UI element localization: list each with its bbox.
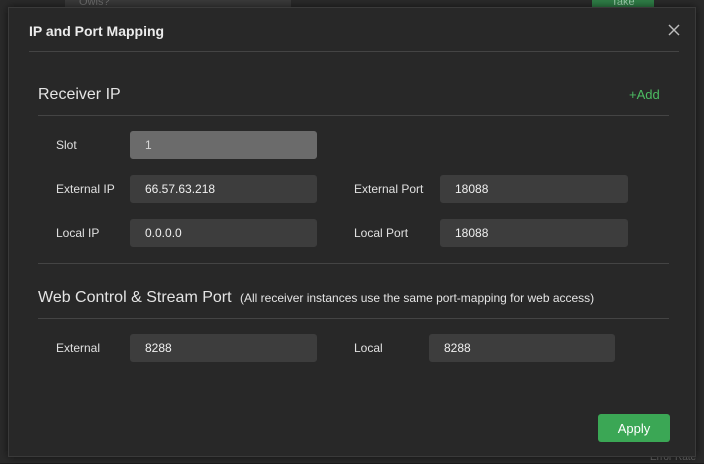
dialog-title: IP and Port Mapping — [29, 23, 165, 39]
local-ip-label: Local IP — [56, 226, 100, 240]
close-icon[interactable] — [666, 22, 682, 38]
external-port-label: External Port — [354, 182, 424, 196]
web-control-divider — [38, 318, 669, 319]
web-control-note: (All receiver instances use the same por… — [240, 291, 595, 305]
external-ip-input[interactable] — [130, 175, 317, 203]
ip-port-mapping-dialog: IP and Port Mapping Receiver IP +Add Slo… — [8, 7, 696, 457]
web-external-port-input[interactable] — [130, 334, 317, 362]
receiver-ip-title: Receiver IP — [38, 86, 121, 103]
title-divider — [29, 51, 679, 52]
add-receiver-link[interactable]: +Add — [629, 87, 660, 102]
web-control-title: Web Control & Stream Port (All receiver … — [38, 289, 594, 307]
web-control-top-divider — [38, 263, 669, 264]
local-ip-input[interactable] — [130, 219, 317, 247]
web-local-port-input[interactable] — [429, 334, 615, 362]
web-local-label: Local — [354, 341, 383, 355]
web-external-label: External — [56, 341, 101, 355]
local-port-label: Local Port — [354, 226, 409, 240]
receiver-ip-divider — [38, 115, 669, 116]
external-port-input[interactable] — [440, 175, 628, 203]
local-port-input[interactable] — [440, 219, 628, 247]
web-control-title-text: Web Control & Stream Port — [38, 289, 232, 306]
slot-input[interactable] — [130, 131, 317, 159]
apply-button[interactable]: Apply — [598, 414, 670, 442]
slot-label: Slot — [56, 138, 77, 152]
external-ip-label: External IP — [56, 182, 115, 196]
